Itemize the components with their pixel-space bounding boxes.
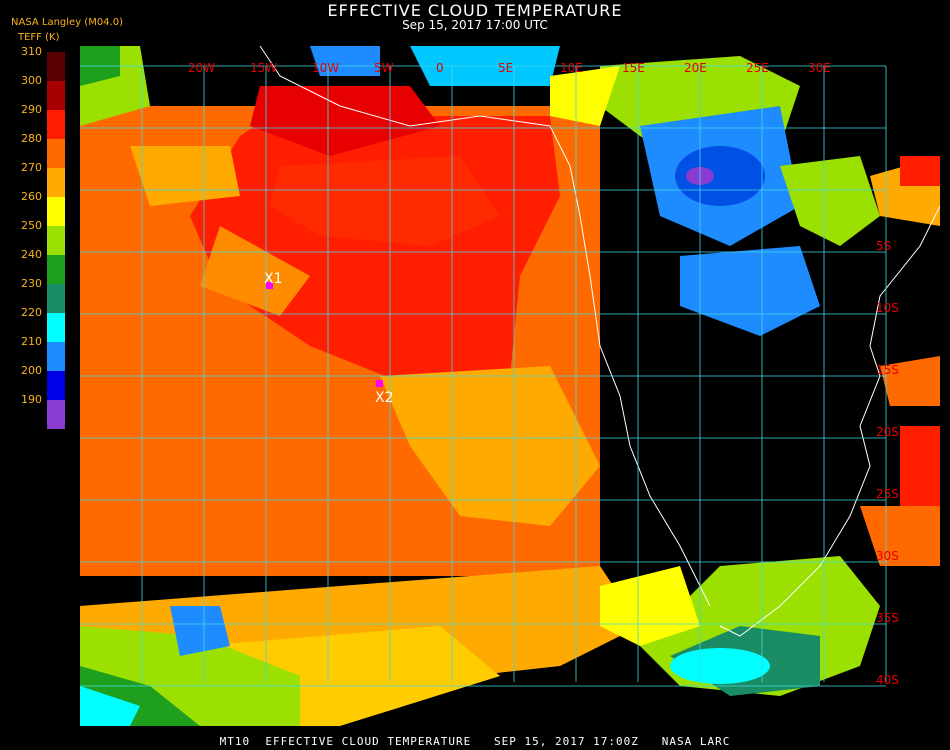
colorbar-segment <box>47 371 65 400</box>
longitude-label: 20W <box>188 61 215 75</box>
longitude-label: 5E <box>498 61 513 75</box>
colorbar-label: 210 <box>21 335 42 348</box>
colorbar-label: 270 <box>21 161 42 174</box>
latitude-label: 15S <box>876 363 899 377</box>
colorbar-segment <box>47 139 65 168</box>
longitude-label: 0 <box>436 61 444 75</box>
colorbar-segment <box>47 110 65 139</box>
marker-x2-dot <box>376 380 383 387</box>
colorbar-segment <box>47 284 65 313</box>
latitude-label: 35S <box>876 611 899 625</box>
colorbar-label: 260 <box>21 190 42 203</box>
latitude-label: 5S <box>876 239 891 253</box>
satellite-map[interactable]: 5S 10S 15S 20S 25S 30S 35S 40S 20W 15W 10W 5W 0 5E 10E… <box>80 46 940 726</box>
longitude-label: 10E <box>560 61 583 75</box>
colorbar-label: 200 <box>21 364 42 377</box>
colorbar-label: 240 <box>21 248 42 261</box>
colorbar-label: 300 <box>21 74 42 87</box>
colorbar-segment <box>47 197 65 226</box>
longitude-label: 30E <box>808 61 831 75</box>
colorbar-label: 190 <box>21 393 42 406</box>
colorbar-label: 220 <box>21 306 42 319</box>
colorbar-segment <box>47 168 65 197</box>
colorbar-segment <box>47 81 65 110</box>
marker-x1[interactable]: X1 <box>264 271 283 289</box>
provider-label: NASA Langley (M04.0) <box>11 17 123 28</box>
colorbar-segment <box>47 226 65 255</box>
latitude-label: 40S <box>876 673 899 687</box>
colorbar-segment <box>47 342 65 371</box>
colorbar-segment <box>47 52 65 81</box>
latitude-label: 30S <box>876 549 899 563</box>
colorbar-segment <box>47 313 65 342</box>
marker-x1-label: X1 <box>264 271 283 287</box>
longitude-label: 25E <box>746 61 769 75</box>
latitude-label: 25S <box>876 487 899 501</box>
marker-x2-label: X2 <box>375 390 394 406</box>
longitude-label: 10W <box>312 61 339 75</box>
colorbar-label: 310 <box>21 45 42 58</box>
longitude-label: 20E <box>684 61 707 75</box>
longitude-label: 15E <box>622 61 645 75</box>
colorbar-label: 280 <box>21 132 42 145</box>
colorbar <box>47 52 65 429</box>
page-subtitle: Sep 15, 2017 17:00 UTC <box>402 18 548 32</box>
footer-text: MT10 EFFECTIVE CLOUD TEMPERATURE SEP 15,… <box>219 735 731 748</box>
colorbar-label: 230 <box>21 277 42 290</box>
longitude-label: 5W <box>374 61 394 75</box>
latitude-label: 20S <box>876 425 899 439</box>
longitude-label: 15W <box>250 61 277 75</box>
colorbar-label: 290 <box>21 103 42 116</box>
colorbar-segment <box>47 400 65 429</box>
colorbar-segment <box>47 255 65 284</box>
units-label: TEFF (K) <box>18 32 60 43</box>
colorbar-label: 250 <box>21 219 42 232</box>
latitude-label: 10S <box>876 301 899 315</box>
